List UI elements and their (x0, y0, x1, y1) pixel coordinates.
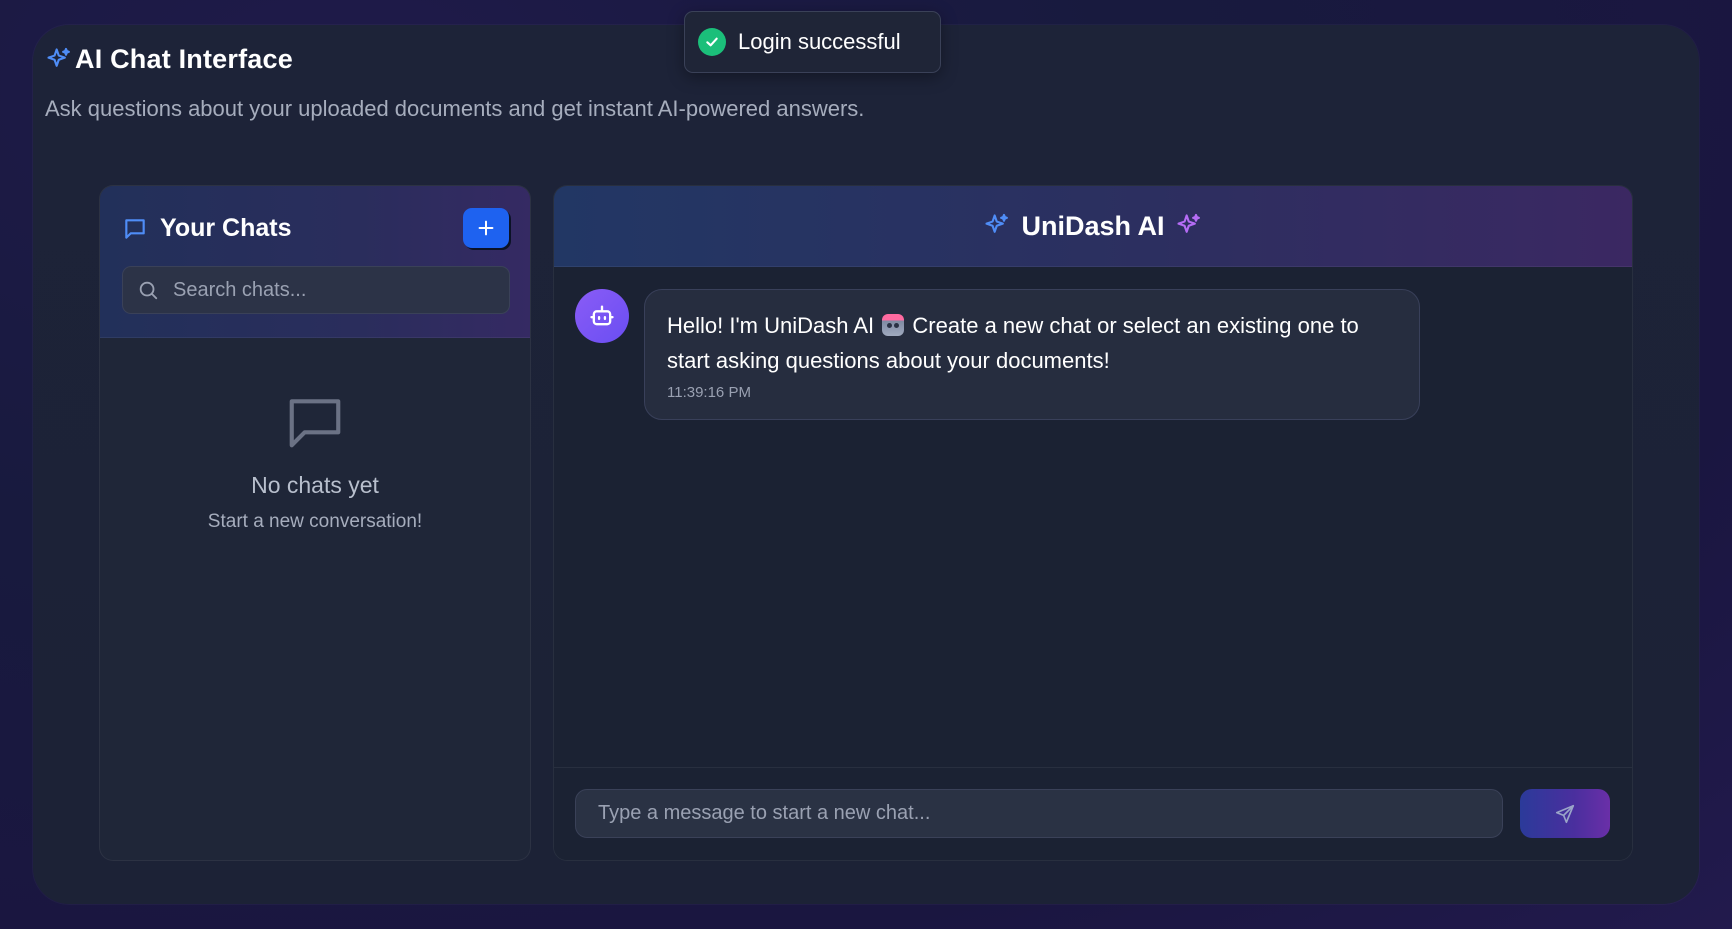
page-title: AI Chat Interface (75, 44, 293, 74)
message-timestamp: 11:39:16 PM (667, 384, 751, 401)
empty-state: No chats yet Start a new conversation! (100, 391, 530, 533)
toast-message: Login successful (738, 29, 901, 54)
send-icon (1555, 804, 1575, 823)
sparkles-icon (1176, 213, 1200, 233)
message-text: Hello! I'm UniDash AI Create a new chat … (667, 308, 1397, 378)
message-square-icon (289, 399, 341, 448)
new-chat-button[interactable] (463, 208, 509, 248)
search-box (122, 266, 510, 314)
chat-title: UniDash AI (1021, 210, 1165, 241)
send-button[interactable] (1520, 789, 1610, 838)
empty-subtitle: Start a new conversation! (207, 511, 423, 532)
chat-sidebar: Your Chats No chats yet Start a new conv… (99, 185, 531, 861)
message-input[interactable] (575, 789, 1503, 838)
search-input[interactable] (173, 278, 493, 302)
robot-emoji (882, 314, 905, 336)
search-icon (139, 281, 158, 300)
sidebar-header: Your Chats (100, 186, 530, 338)
chat-header: UniDash AI (554, 186, 1632, 267)
page-header: AI Chat Interface (45, 44, 293, 75)
bot-avatar (575, 289, 629, 343)
page-subtitle: Ask questions about your uploaded docume… (45, 96, 865, 121)
toast-notification: Login successful (684, 11, 941, 73)
empty-title: No chats yet (251, 472, 379, 498)
plus-icon (478, 220, 494, 236)
chat-panel: UniDash AI Hello! I'm UniDash AI Create … (553, 185, 1633, 861)
message-square-icon (125, 218, 145, 239)
sparkles-icon (985, 213, 1009, 233)
check-circle-icon (698, 28, 726, 56)
sparkles-icon (47, 47, 70, 67)
bot-message: Hello! I'm UniDash AI Create a new chat … (644, 289, 1420, 420)
sidebar-title: Your Chats (160, 214, 292, 242)
bot-icon (590, 305, 614, 326)
message-composer (554, 767, 1632, 860)
message-text-part: Hello! I'm UniDash AI (667, 313, 875, 338)
